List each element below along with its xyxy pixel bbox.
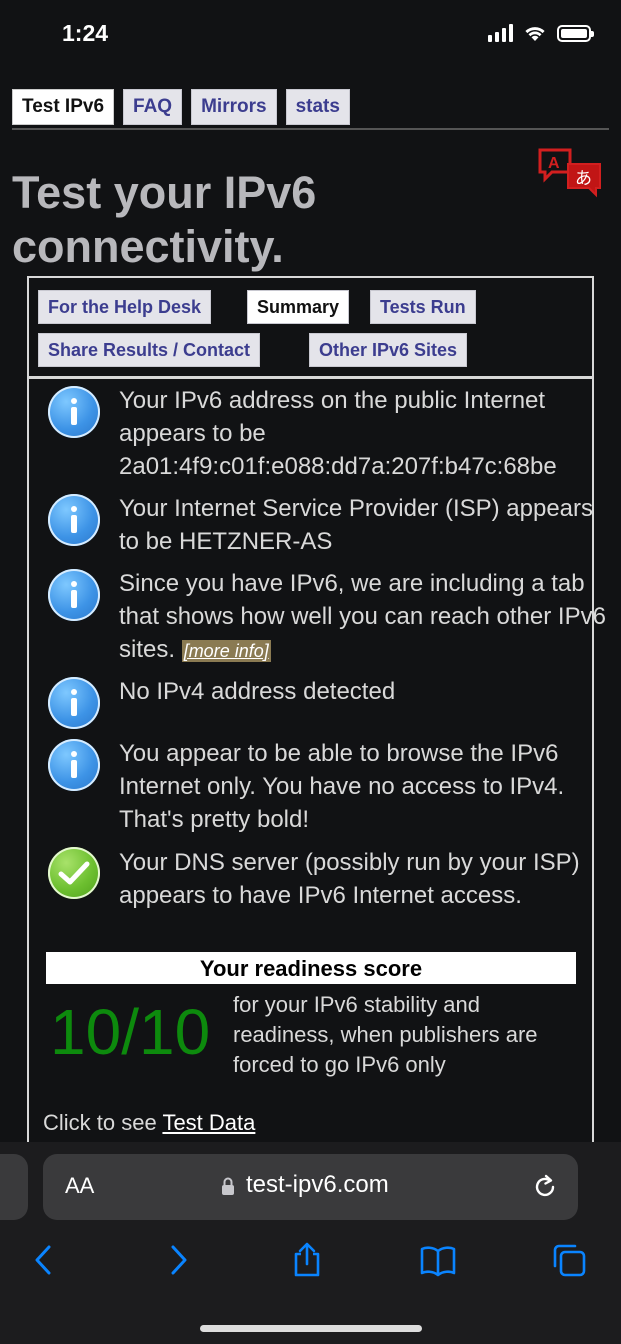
more-info-link[interactable]: [more info] [181, 640, 271, 662]
tab-help-desk[interactable]: For the Help Desk [38, 290, 212, 324]
nav-divider [12, 128, 609, 130]
clock: 1:24 [62, 20, 109, 46]
result-text: Since you have IPv6, we are including a … [119, 567, 614, 666]
readiness-heading: Your readiness score [46, 952, 576, 984]
home-indicator [200, 1325, 422, 1332]
result-text: Your DNS server (possibly run by your IS… [119, 849, 580, 909]
svg-text:あ: あ [575, 169, 592, 189]
url-text[interactable]: test-ipv6.com [246, 1171, 389, 1199]
tab-summary[interactable]: Summary [247, 290, 350, 324]
check-icon [48, 847, 100, 899]
reader-settings-button[interactable]: AA [65, 1173, 94, 1199]
page-title: Test your IPv6 connectivity. [12, 167, 317, 272]
browser-toolbar: AA test-ipv6.com [0, 1142, 621, 1344]
info-icon [48, 386, 100, 438]
info-icon [48, 677, 100, 729]
back-icon[interactable] [26, 1242, 62, 1278]
result-text: Your Internet Service Provider (ISP) app… [119, 495, 594, 555]
status-icons [488, 24, 594, 42]
address-bar[interactable]: AA test-ipv6.com [43, 1154, 578, 1220]
readiness-description: for your IPv6 stability and readiness, w… [233, 992, 538, 1077]
test-data-link[interactable]: Test Data [162, 1110, 255, 1135]
readiness-score: 10/10 [50, 996, 211, 1068]
sub-nav: For the Help Desk Summary Tests Run Shar… [27, 276, 594, 376]
status-bar: 1:24 [0, 0, 621, 70]
result-text: Your IPv6 address on the public Internet… [119, 387, 557, 480]
panel-divider [27, 376, 594, 379]
tab-tests-run[interactable]: Tests Run [370, 290, 476, 324]
test-data-line: Click to see Test Data [43, 1110, 255, 1136]
test-data-prefix: Click to see [43, 1110, 157, 1135]
svg-text:A: A [548, 155, 560, 172]
info-icon [48, 569, 100, 621]
info-icon [48, 739, 100, 791]
tab-share-results[interactable]: Share Results / Contact [38, 333, 261, 367]
tabs-icon[interactable] [551, 1242, 587, 1278]
tab-faq[interactable]: FAQ [123, 89, 183, 125]
info-icon [48, 494, 100, 546]
reload-icon[interactable] [532, 1174, 558, 1200]
forward-icon[interactable] [160, 1242, 196, 1278]
result-text: You appear to be able to browse the IPv6… [119, 740, 565, 833]
share-icon[interactable] [289, 1242, 325, 1278]
top-nav: Test IPv6 FAQ Mirrors stats [12, 89, 350, 125]
tab-stats[interactable]: stats [285, 89, 350, 125]
cellular-signal-icon [488, 24, 513, 42]
result-text: No IPv4 address detected [119, 678, 396, 705]
bookmarks-icon[interactable] [420, 1242, 456, 1278]
battery-icon [557, 24, 594, 42]
tab-test-ipv6[interactable]: Test IPv6 [12, 89, 115, 125]
translate-icon[interactable]: A あ [538, 148, 604, 198]
lock-icon [222, 1177, 234, 1195]
previous-tab-preview[interactable] [0, 1154, 28, 1220]
tab-mirrors[interactable]: Mirrors [191, 89, 277, 125]
tab-other-ipv6-sites[interactable]: Other IPv6 Sites [309, 333, 468, 367]
wifi-icon [525, 27, 545, 41]
